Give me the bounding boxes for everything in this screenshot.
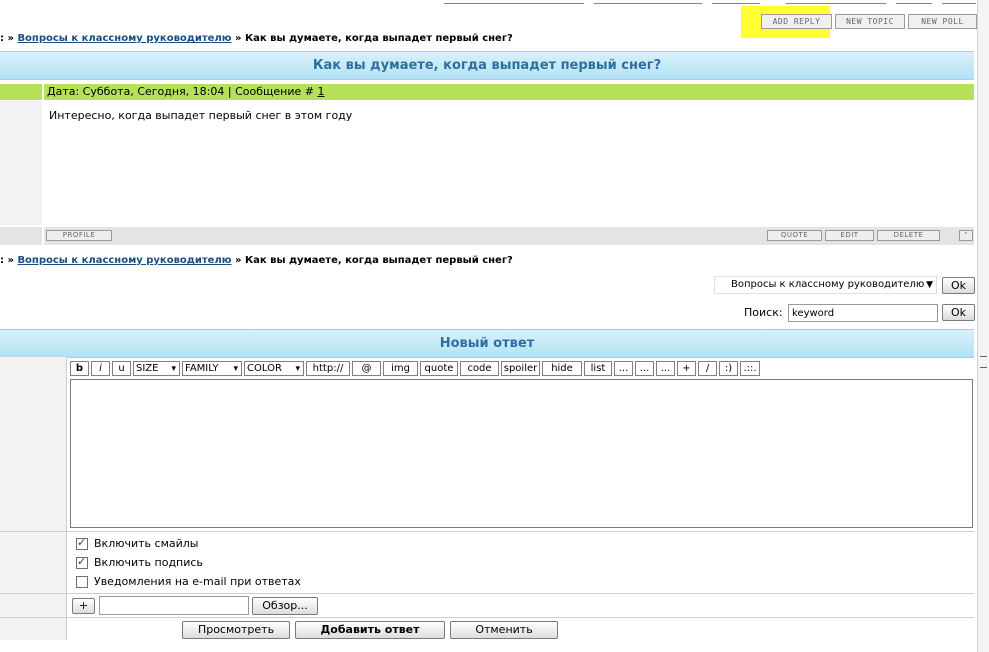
email-notify-checkbox[interactable] (76, 576, 88, 588)
reply-title-bar: Новый ответ (0, 329, 974, 358)
forum-jump-value: Вопросы к классному руководителю (731, 279, 925, 290)
actions-divider (0, 617, 974, 618)
spoiler-button[interactable]: spoiler (501, 361, 540, 376)
attach-divider (0, 593, 974, 594)
breadcrumb-current: Как вы думаете, когда выпадет первый сне… (244, 33, 513, 44)
align-left-button[interactable]: ... (614, 361, 633, 376)
slash-button[interactable]: / (698, 361, 717, 376)
list-button[interactable]: list (584, 361, 612, 376)
new-poll-button[interactable]: NEW POLL (908, 14, 977, 29)
breadcrumb-current: Как вы думаете, когда выпадет первый сне… (244, 255, 513, 266)
size-select[interactable]: SIZE (133, 361, 180, 376)
forum-jump-select[interactable]: Вопросы к классному руководителю ▼ (714, 276, 937, 294)
jump-ok-button[interactable]: Ok (942, 277, 975, 294)
options-divider (0, 531, 974, 532)
profile-button[interactable]: PROFILE (46, 230, 112, 241)
color-select[interactable]: COLOR (244, 361, 304, 376)
align-right-button[interactable]: ... (656, 361, 675, 376)
breadcrumb-sep: » (234, 33, 242, 44)
email-notify-label: Уведомления на e-mail при ответах (94, 575, 301, 588)
plus-button[interactable]: + (677, 361, 696, 376)
message-textarea[interactable] (70, 379, 973, 528)
post-meta: Дата: Суббота, Сегодня, 18:04 | Сообщени… (47, 85, 314, 98)
browse-button[interactable]: Обзор... (252, 597, 318, 615)
hide-button[interactable]: hide (542, 361, 582, 376)
code-button[interactable]: code (460, 361, 499, 376)
delete-button[interactable]: DELETE (877, 230, 940, 241)
post-body: Интересно, когда выпадет первый снег в э… (49, 109, 352, 122)
signature-label: Включить подпись (94, 556, 203, 569)
search-label: Поиск: (744, 306, 783, 319)
topic-title-bar: Как вы думаете, когда выпадет первый сне… (0, 51, 974, 80)
post-header: Дата: Суббота, Сегодня, 18:04 | Сообщени… (44, 84, 974, 100)
post-author-column (0, 101, 42, 225)
bold-button[interactable]: b (70, 361, 89, 376)
breadcrumb-bottom: : » Вопросы к классному руководителю » К… (0, 255, 513, 266)
add-reply-button[interactable]: ADD REPLY (761, 14, 832, 29)
scrollbar-track[interactable] (977, 0, 989, 652)
search-input[interactable] (788, 304, 938, 322)
smiley-button[interactable]: :) (719, 361, 738, 376)
breadcrumb-sep: » (7, 33, 14, 44)
breadcrumb-sep: : (0, 255, 4, 266)
smileys-label: Включить смайлы (94, 537, 199, 550)
submit-reply-button[interactable]: Добавить ответ (295, 621, 445, 639)
search-ok-button[interactable]: Ok (942, 304, 975, 321)
scroll-top-button[interactable]: ⌃ (959, 230, 973, 241)
quote-tag-button[interactable]: quote (420, 361, 458, 376)
post-number-link[interactable]: 1 (317, 85, 324, 98)
breadcrumb-forum-link[interactable]: Вопросы к классному руководителю (17, 255, 231, 266)
post-text: Интересно, когда выпадет первый снег в э… (49, 109, 353, 122)
post-header-left (0, 84, 42, 100)
cancel-button[interactable]: Отменить (450, 621, 558, 639)
file-path-input[interactable] (99, 596, 249, 615)
add-attachment-button[interactable]: + (72, 598, 95, 614)
breadcrumb-sep: » (7, 255, 14, 266)
editor-divider (66, 357, 67, 640)
reply-title: Новый ответ (439, 336, 535, 351)
scrollbar-grip-icon[interactable] (980, 356, 987, 368)
align-center-button[interactable]: ... (635, 361, 654, 376)
new-topic-button[interactable]: NEW TOPIC (835, 14, 905, 29)
editor-left-column (0, 357, 66, 640)
chevron-down-icon: ▼ (926, 280, 933, 290)
breadcrumb-sep: » (234, 255, 242, 266)
smileys-checkbox[interactable] (76, 536, 88, 550)
email-button[interactable]: @ (352, 361, 381, 376)
url-button[interactable]: http:// (306, 361, 350, 376)
italic-button[interactable]: i (91, 361, 110, 376)
more-button[interactable]: .::. (740, 361, 760, 376)
breadcrumb-sep: : (0, 33, 4, 44)
underline-button[interactable]: u (112, 361, 131, 376)
topic-title: Как вы думаете, когда выпадет первый сне… (312, 58, 662, 73)
breadcrumb: : » Вопросы к классному руководителю » К… (0, 33, 513, 44)
quote-button[interactable]: QUOTE (767, 230, 822, 241)
preview-button[interactable]: Просмотреть (182, 621, 290, 639)
family-select[interactable]: FAMILY (182, 361, 242, 376)
signature-checkbox[interactable] (76, 555, 88, 569)
post-footer-left (0, 227, 42, 245)
img-button[interactable]: img (383, 361, 418, 376)
breadcrumb-forum-link[interactable]: Вопросы к классному руководителю (17, 33, 231, 44)
edit-button[interactable]: EDIT (825, 230, 874, 241)
